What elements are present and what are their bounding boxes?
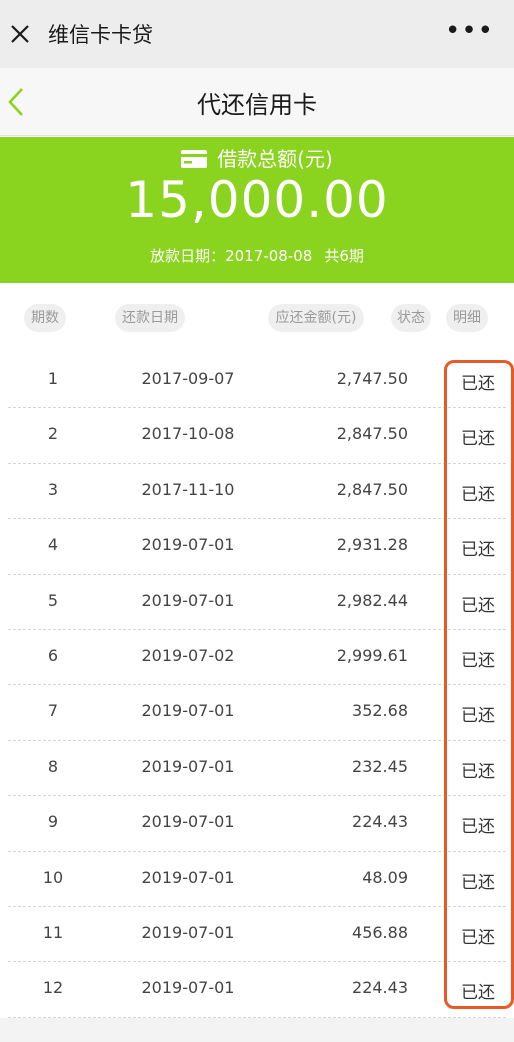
- period-count: 共6期: [324, 247, 364, 265]
- row-amount: 48.09: [362, 867, 408, 887]
- header-amount: 应还金额(元): [268, 304, 364, 332]
- table-row: 2 2017-10-08 2,847.50 已还: [8, 408, 506, 464]
- row-date: 2017-10-08: [141, 424, 235, 444]
- table-header: 期数 还款日期 应还金额(元) 状态 明细: [0, 283, 514, 353]
- row-amount: 2,847.50: [336, 479, 408, 499]
- row-date: 2019-07-02: [141, 645, 235, 665]
- row-amount: 2,747.50: [336, 369, 408, 388]
- table-row: 5 2019-07-01 2,982.44 已还: [8, 575, 506, 630]
- row-amount: 2,847.50: [336, 424, 408, 444]
- bottom-strip: [0, 1018, 514, 1042]
- row-period: 3: [47, 479, 59, 499]
- table-row: 6 2019-07-02 2,999.61 已还: [8, 630, 506, 686]
- nav-bar: 代还信用卡: [0, 68, 514, 136]
- header-date: 还款日期: [115, 304, 185, 332]
- row-amount: 2,999.61: [336, 645, 408, 665]
- app-title: 维信卡卡贷: [48, 23, 153, 47]
- table-row: 10 2019-07-01 48.09 已还: [8, 852, 506, 907]
- row-period: 8: [47, 756, 59, 776]
- table-row: 11 2019-07-01 456.88 已还: [8, 907, 506, 963]
- row-date: 2017-09-07: [141, 369, 235, 388]
- total-loan-amount: 15,000.00: [125, 171, 389, 229]
- row-amount: 224.43: [352, 812, 408, 832]
- loan-summary-banner: 借款总额(元) 15,000.00 放款日期：2017-08-08 共6期: [0, 137, 514, 283]
- loan-date: 放款日期：2017-08-08: [150, 247, 313, 265]
- row-period: 9: [47, 812, 59, 832]
- row-date: 2019-07-01: [141, 535, 235, 555]
- row-date: 2017-11-10: [141, 479, 235, 499]
- repayment-list: 1 2017-09-07 2,747.50 已还 2 2017-10-08 2,847.50…: [0, 353, 514, 1018]
- loan-info: 放款日期：2017-08-08 共6期: [0, 245, 514, 266]
- total-loan-text: 借款总额(元): [217, 147, 333, 171]
- row-period: 12: [42, 978, 64, 998]
- table-row: 7 2019-07-01 352.68 已还: [8, 685, 506, 741]
- row-date: 2019-07-01: [141, 867, 235, 887]
- row-period: 5: [47, 590, 59, 610]
- status-highlight-annotation: [444, 360, 514, 1009]
- table-row: 3 2017-11-10 2,847.50 已还: [8, 464, 506, 520]
- row-date: 2019-07-01: [141, 978, 235, 998]
- row-period: 4: [47, 535, 59, 555]
- page-title: 代还信用卡: [197, 91, 317, 119]
- row-amount: 224.43: [352, 978, 408, 998]
- row-date: 2019-07-01: [141, 701, 235, 721]
- more-dots-icon[interactable]: •••: [445, 18, 494, 44]
- header-status: 状态: [391, 304, 431, 332]
- header-period: 期数: [24, 304, 66, 332]
- table-row: 4 2019-07-01 2,931.28 已还: [8, 519, 506, 575]
- row-period: 2: [47, 424, 59, 444]
- row-amount: 456.88: [352, 922, 408, 942]
- row-period: 7: [47, 701, 59, 721]
- row-date: 2019-07-01: [141, 756, 235, 776]
- header-detail: 明细: [446, 304, 488, 332]
- row-date: 2019-07-01: [141, 812, 235, 832]
- row-date: 2019-07-01: [141, 590, 235, 610]
- row-amount: 2,982.44: [336, 590, 408, 610]
- row-period: 11: [42, 922, 64, 942]
- table-row: 12 2019-07-01 224.43 已还: [8, 962, 506, 1018]
- close-icon[interactable]: [10, 24, 30, 44]
- total-loan-label: 借款总额(元): [0, 143, 514, 172]
- row-amount: 2,931.28: [336, 535, 408, 555]
- row-amount: 352.68: [352, 701, 408, 721]
- row-date: 2019-07-01: [141, 922, 235, 942]
- row-period: 10: [42, 867, 64, 887]
- row-period: 1: [47, 369, 59, 388]
- row-period: 6: [47, 645, 59, 665]
- table-row: 8 2019-07-01 232.45 已还: [8, 741, 506, 797]
- table-row: 1 2017-09-07 2,747.50 已还: [8, 353, 506, 409]
- row-amount: 232.45: [352, 756, 408, 776]
- card-icon: [181, 150, 208, 168]
- wechat-top-bar: 维信卡卡贷 •••: [0, 0, 514, 68]
- table-row: 9 2019-07-01 224.43 已还: [8, 796, 506, 852]
